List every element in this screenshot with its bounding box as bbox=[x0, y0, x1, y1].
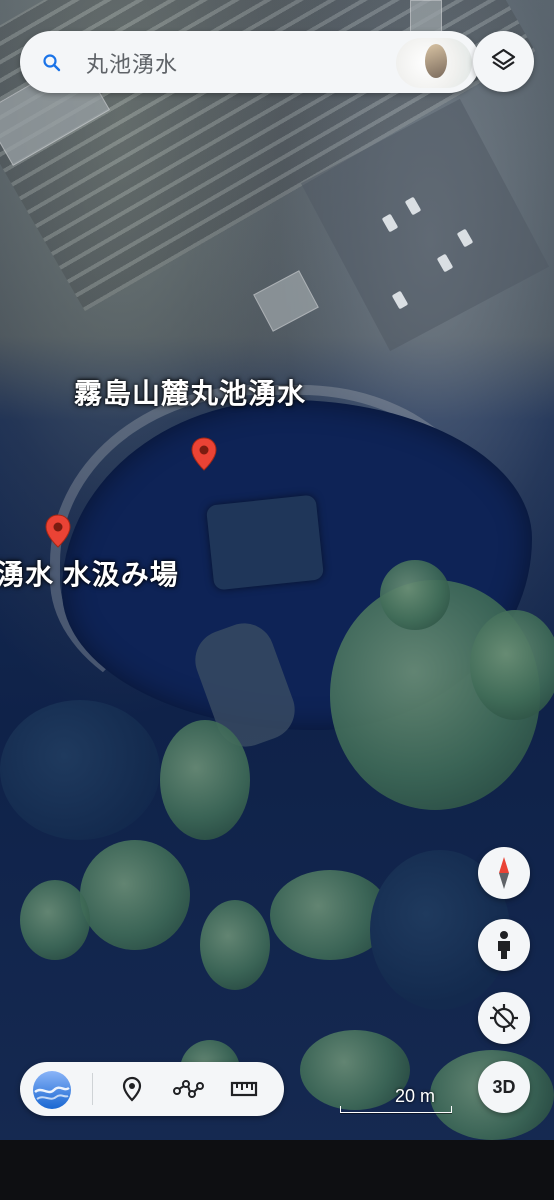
tree-canopy bbox=[200, 900, 270, 990]
toolbar-divider bbox=[92, 1073, 93, 1105]
map-pin-icon[interactable] bbox=[191, 437, 217, 471]
bottom-toolbar bbox=[20, 1062, 284, 1116]
place-label-secondary[interactable]: 湧水 水汲み場 bbox=[0, 553, 179, 593]
pegman-icon bbox=[498, 931, 510, 959]
avatar-image bbox=[425, 44, 447, 78]
tree-canopy bbox=[160, 720, 250, 840]
street-view-button[interactable] bbox=[478, 919, 530, 971]
tree-canopy bbox=[20, 880, 90, 960]
earth-logo-icon[interactable] bbox=[30, 1068, 74, 1112]
tree-canopy bbox=[0, 700, 160, 840]
layers-button[interactable] bbox=[473, 31, 534, 92]
roof-building bbox=[253, 270, 319, 332]
satellite-map[interactable] bbox=[0, 0, 554, 1200]
location-off-icon bbox=[490, 1004, 518, 1032]
draw-path-icon[interactable] bbox=[168, 1069, 208, 1109]
tree-canopy bbox=[470, 610, 554, 720]
compass-button[interactable] bbox=[478, 847, 530, 899]
search-icon[interactable] bbox=[42, 53, 62, 73]
place-marker-icon[interactable] bbox=[112, 1069, 152, 1109]
scale-label: 20 m bbox=[395, 1086, 436, 1106]
my-location-button[interactable] bbox=[478, 992, 530, 1044]
layers-icon bbox=[491, 48, 516, 71]
3d-toggle-button[interactable]: 3D bbox=[478, 1061, 530, 1113]
map-bottom-edge bbox=[0, 1140, 554, 1200]
measure-icon[interactable] bbox=[224, 1069, 264, 1109]
tree-canopy bbox=[80, 840, 190, 950]
pond-island bbox=[205, 494, 325, 591]
map-pin-icon[interactable] bbox=[45, 514, 71, 548]
place-label-main[interactable]: 霧島山麓丸池湧水 bbox=[74, 372, 306, 412]
roof-building bbox=[410, 0, 442, 32]
tree-canopy bbox=[380, 560, 450, 630]
scale-bar bbox=[340, 1106, 452, 1113]
tree-canopy bbox=[300, 1030, 410, 1110]
compass-icon bbox=[499, 857, 509, 889]
search-input[interactable]: 丸池湧水 bbox=[86, 47, 178, 79]
